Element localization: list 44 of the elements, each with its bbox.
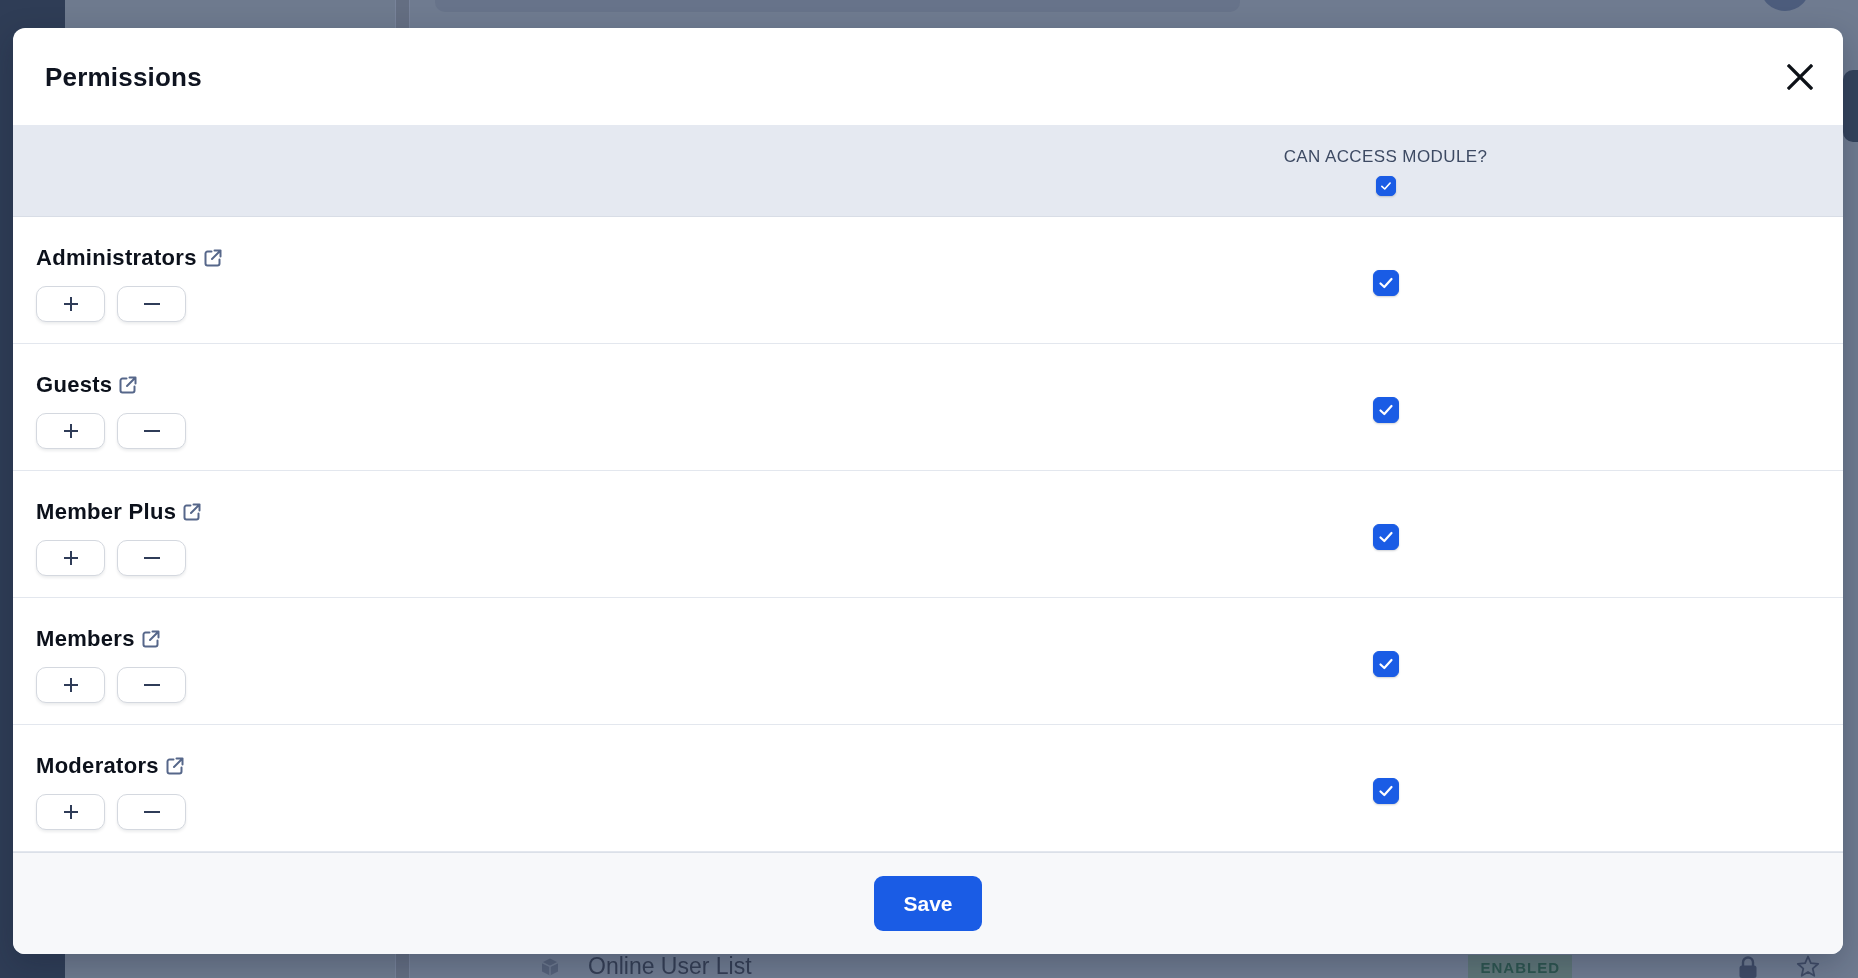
add-button[interactable] <box>36 286 105 322</box>
check-icon <box>1377 402 1394 418</box>
group-name: Guests <box>36 372 113 398</box>
dialog-title: Permissions <box>45 61 202 92</box>
check-icon <box>1377 275 1394 291</box>
group-name: Members <box>36 626 135 652</box>
plus-icon <box>62 550 79 566</box>
star-icon[interactable] <box>1796 955 1820 978</box>
checkbox[interactable] <box>1372 270 1399 296</box>
column-header: CAN ACCESS MODULE? <box>1283 147 1488 167</box>
checkbox[interactable] <box>1372 651 1399 677</box>
plus-icon <box>62 677 79 693</box>
external-link-icon[interactable] <box>164 756 185 776</box>
check-icon <box>1377 656 1394 672</box>
minus-icon <box>143 303 160 305</box>
minus-icon <box>143 684 160 686</box>
add-button[interactable] <box>36 413 105 449</box>
checkbox[interactable] <box>1375 176 1396 196</box>
add-button[interactable] <box>36 540 105 576</box>
close-button[interactable] <box>1787 63 1813 90</box>
checkbox[interactable] <box>1372 397 1399 423</box>
checkbox[interactable] <box>1372 524 1399 550</box>
plus-icon <box>62 296 79 312</box>
group-name: Administrators <box>36 245 197 271</box>
group-name: Moderators <box>36 753 159 779</box>
plus-icon <box>62 804 79 820</box>
check-icon <box>1377 529 1394 545</box>
check-icon <box>1379 180 1392 192</box>
checkbox[interactable] <box>1372 778 1399 804</box>
close-icon <box>1787 63 1813 90</box>
list-item-title: Online User List <box>588 955 752 978</box>
external-link-icon[interactable] <box>118 375 139 395</box>
check-icon <box>1377 783 1394 799</box>
minus-icon <box>143 811 160 813</box>
save-button[interactable]: Save <box>874 876 982 931</box>
group-name: Member Plus <box>36 499 177 525</box>
plus-icon <box>62 423 79 439</box>
external-link-icon[interactable] <box>140 629 161 649</box>
minus-icon <box>143 557 160 559</box>
minus-icon <box>143 430 160 432</box>
add-button[interactable] <box>36 667 105 703</box>
add-button[interactable] <box>36 794 105 830</box>
external-link-icon[interactable] <box>182 502 203 522</box>
external-link-icon[interactable] <box>202 248 223 268</box>
